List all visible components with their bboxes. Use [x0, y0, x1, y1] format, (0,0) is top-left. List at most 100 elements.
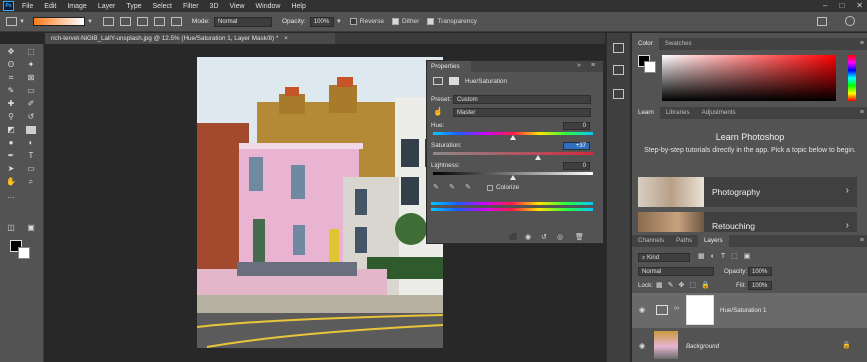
tab-swatches[interactable]: Swatches: [659, 38, 698, 50]
tab-channels[interactable]: Channels: [632, 235, 670, 247]
chevron-down-icon[interactable]: ▼: [87, 19, 93, 25]
radial-gradient-icon[interactable]: [119, 17, 131, 26]
gradient-tool-icon[interactable]: [26, 126, 36, 134]
eye-icon[interactable]: ◎: [557, 233, 563, 241]
blend-mode-select[interactable]: Normal: [638, 267, 714, 276]
hue-strip[interactable]: [848, 55, 856, 101]
panel-menu-icon[interactable]: ≡: [860, 237, 864, 244]
background-color-swatch[interactable]: [18, 247, 30, 259]
link-icon[interactable]: ∞: [674, 305, 679, 312]
maximize-icon[interactable]: □: [839, 1, 844, 10]
gradient-preview[interactable]: [32, 17, 85, 26]
channel-select[interactable]: Master: [453, 108, 591, 117]
diamond-gradient-icon[interactable]: [170, 17, 182, 26]
saturation-slider-track[interactable]: [433, 152, 593, 155]
tab-learn[interactable]: Learn: [632, 107, 660, 119]
eyedropper-plus-icon[interactable]: ✎: [449, 183, 455, 191]
quick-mask-icon[interactable]: ◫: [6, 224, 16, 232]
blur-tool-icon[interactable]: ●: [6, 139, 16, 147]
layer-row-hue-saturation[interactable]: ◉ ∞ Hue/Saturation 1: [632, 293, 867, 328]
brush-settings-icon[interactable]: [613, 65, 624, 75]
background-color-swatch[interactable]: [644, 61, 656, 73]
tab-layers[interactable]: Layers: [697, 235, 729, 247]
lightness-input[interactable]: 0: [563, 162, 590, 170]
eyedropper-icon[interactable]: ✎: [6, 87, 16, 95]
colorize-checkbox[interactable]: [487, 185, 493, 191]
tab-properties[interactable]: Properties: [427, 61, 471, 72]
document-tab[interactable]: rich-tervet-NiGlB_LallY-unsplash.jpg @ 1…: [45, 33, 335, 44]
hue-slider-thumb[interactable]: [510, 135, 516, 140]
crop-tool-icon[interactable]: ⌗: [6, 74, 16, 82]
learn-card-retouching[interactable]: Retouching ›: [638, 212, 857, 232]
hue-input[interactable]: 0: [563, 122, 590, 130]
tab-paths[interactable]: Paths: [670, 235, 698, 247]
color-picker-field[interactable]: [662, 55, 836, 101]
document-image[interactable]: [197, 57, 443, 348]
menu-image[interactable]: Image: [67, 3, 86, 10]
more-tools-icon[interactable]: ···: [6, 194, 16, 202]
collapse-icon[interactable]: »: [577, 62, 581, 69]
eye-icon[interactable]: ◉: [639, 306, 645, 314]
workspace-icon[interactable]: [817, 17, 827, 26]
info-icon[interactable]: [613, 89, 624, 99]
opacity-input[interactable]: 100%: [748, 267, 772, 276]
angle-gradient-icon[interactable]: [136, 17, 148, 26]
panel-menu-icon[interactable]: ≡: [591, 62, 595, 69]
panel-menu-icon[interactable]: ≡: [860, 109, 864, 116]
close-tab-icon[interactable]: ×: [284, 35, 288, 42]
eraser-icon[interactable]: ◩: [6, 126, 16, 134]
reverse-checkbox[interactable]: [349, 18, 357, 25]
chevron-down-icon[interactable]: ▼: [19, 19, 25, 25]
tab-adjustments[interactable]: Adjustments: [696, 107, 742, 119]
clip-to-layer-icon[interactable]: ⬛: [509, 233, 518, 241]
brush-tool-icon[interactable]: ✐: [26, 100, 36, 108]
menu-window[interactable]: Window: [256, 3, 281, 10]
zoom-tool-icon[interactable]: ⌕: [26, 178, 36, 186]
path-selection-icon[interactable]: ➤: [6, 165, 16, 173]
search-icon[interactable]: [845, 16, 855, 26]
history-brush-icon[interactable]: ↺: [26, 113, 36, 121]
mask-icon[interactable]: [449, 77, 459, 85]
transparency-checkbox[interactable]: [427, 18, 435, 25]
eye-icon[interactable]: ◉: [639, 342, 645, 350]
ruler-icon[interactable]: ▭: [26, 87, 36, 95]
tab-color[interactable]: Color: [632, 38, 659, 50]
menu-view[interactable]: View: [230, 3, 245, 10]
hand-tool-icon[interactable]: ✋: [6, 178, 16, 186]
layer-row-background[interactable]: ◉ Background 🔒: [632, 329, 867, 362]
preset-select[interactable]: Custom: [453, 95, 591, 104]
menu-file[interactable]: File: [22, 3, 33, 10]
dodge-tool-icon[interactable]: ◐: [26, 139, 36, 147]
lock-icons[interactable]: ▦✎✥⬚🔒: [656, 281, 715, 289]
fill-input[interactable]: 100%: [748, 281, 772, 290]
magic-wand-icon[interactable]: ✦: [26, 61, 36, 69]
linear-gradient-icon[interactable]: [102, 17, 114, 26]
layer-mask-thumbnail[interactable]: [686, 295, 714, 325]
trash-icon[interactable]: 🗑: [575, 233, 584, 241]
screen-mode-icon[interactable]: ▣: [26, 224, 36, 232]
layer-filter-icons[interactable]: ▦◐T⬚▣: [698, 252, 756, 260]
eyedropper-icon[interactable]: ✎: [433, 183, 439, 191]
tab-libraries[interactable]: Libraries: [660, 107, 696, 119]
menu-3d[interactable]: 3D: [210, 3, 219, 10]
chevron-down-icon[interactable]: ▼: [336, 19, 342, 25]
layer-name[interactable]: Background: [686, 343, 719, 350]
eyedropper-minus-icon[interactable]: ✎: [465, 183, 471, 191]
pen-tool-icon[interactable]: ✒: [6, 152, 16, 160]
lasso-tool-icon[interactable]: ʘ: [6, 61, 16, 69]
hand-target-icon[interactable]: ☝: [433, 107, 443, 116]
layer-filter-kind[interactable]: ⌕ Kind: [638, 253, 690, 262]
rectangle-tool-icon[interactable]: ▭: [26, 165, 36, 173]
layer-name[interactable]: Hue/Saturation 1: [720, 307, 766, 314]
menu-help[interactable]: Help: [291, 3, 305, 10]
healing-brush-icon[interactable]: ✚: [6, 100, 16, 108]
dither-checkbox[interactable]: [392, 18, 399, 25]
menu-type[interactable]: Type: [126, 3, 141, 10]
panel-menu-icon[interactable]: ≡: [860, 40, 864, 47]
gradient-tool-icon[interactable]: [6, 17, 17, 26]
type-tool-icon[interactable]: T: [26, 152, 36, 160]
move-tool-icon[interactable]: ✥: [6, 48, 16, 56]
clone-stamp-icon[interactable]: ⚲: [6, 113, 16, 121]
mode-select[interactable]: Normal: [213, 16, 272, 27]
menu-select[interactable]: Select: [153, 3, 172, 10]
